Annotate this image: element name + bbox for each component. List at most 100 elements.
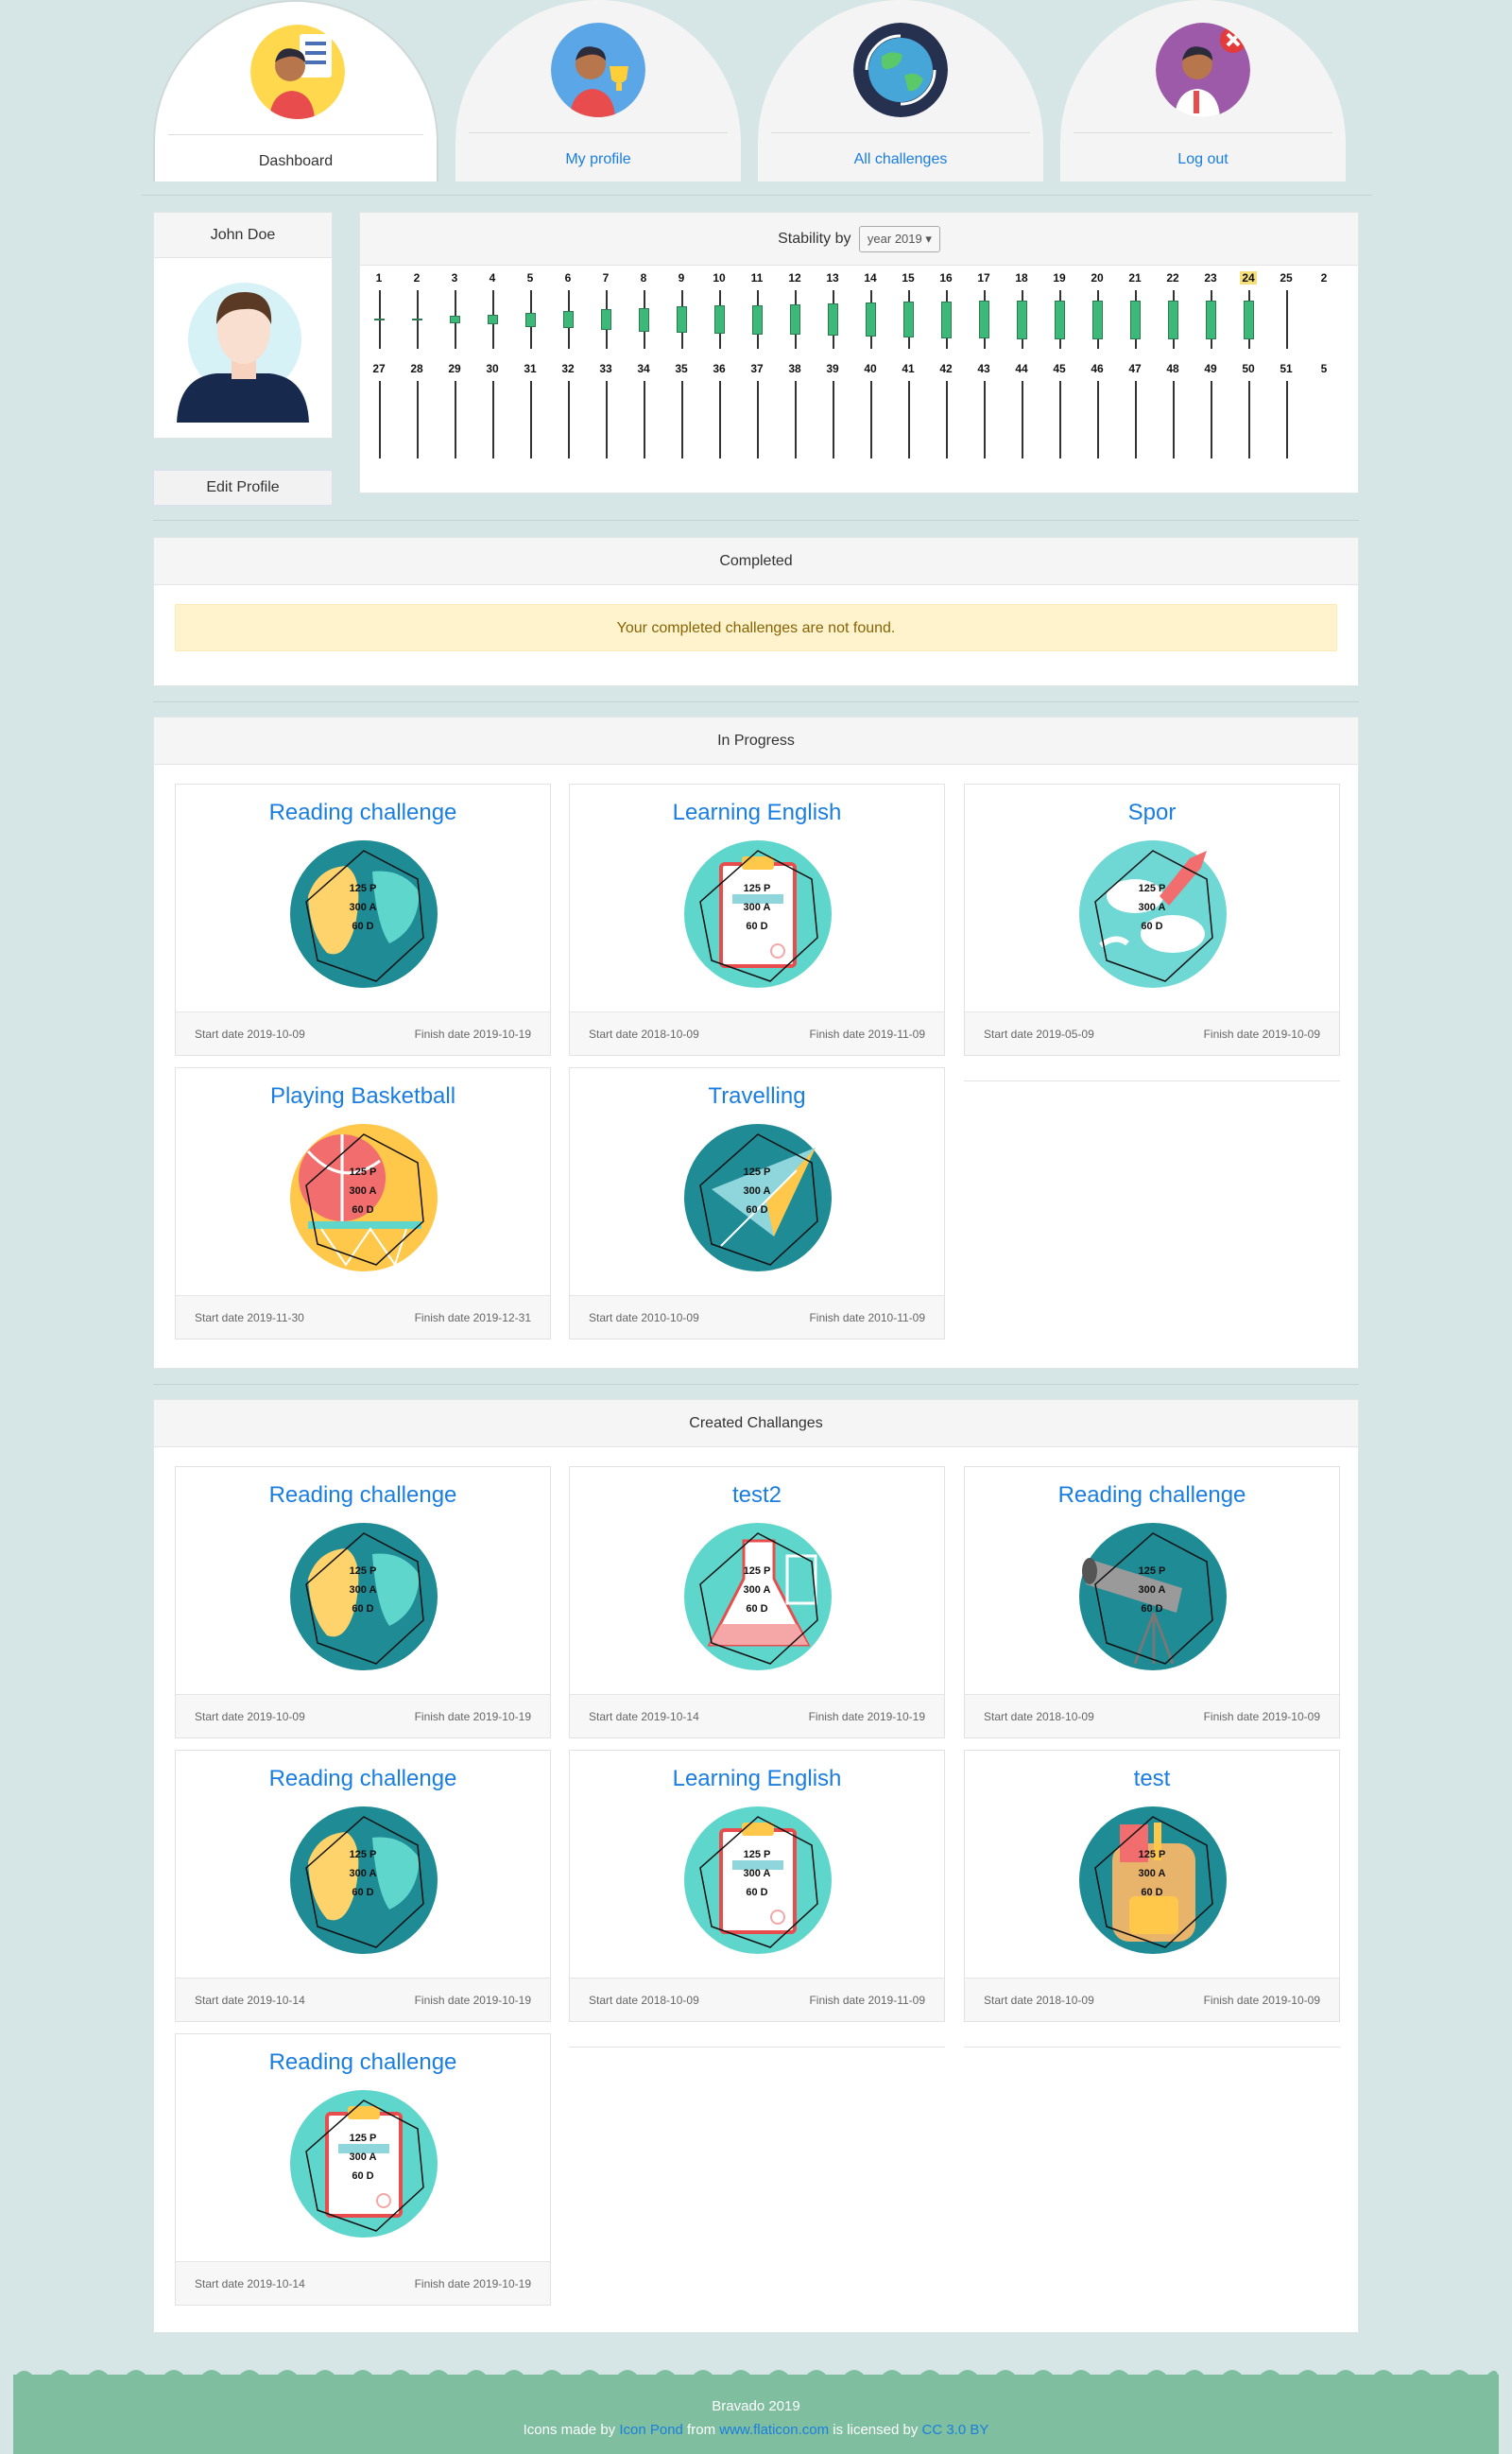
week-candle [1055,300,1065,339]
week-label: 29 [436,362,473,375]
challenge-title[interactable]: Reading challenge [965,1482,1339,1509]
challenge-card[interactable]: Travelling 125 P 300 A 60 D Start date 2… [569,1067,945,1339]
week-label: 5 [511,271,549,285]
profile-card: John Doe [153,212,333,439]
week-number: 35 [675,362,688,375]
week-number: 41 [902,362,915,375]
challenge-title[interactable]: Reading challenge [176,800,550,826]
theater-masks-icon [290,1523,438,1670]
week-number: 5 [1320,362,1328,375]
stability-header: Stability by year 2019 ▾ [360,213,1358,266]
icon-pond-link[interactable]: Icon Pond [619,2422,683,2438]
week-label: 25 [1267,271,1305,285]
created-section: Created Challanges Reading challenge 125… [153,1399,1359,2333]
challenge-days: 60 D [1141,1887,1163,1898]
finish-date: Finish date 2010-11-09 [809,1311,925,1324]
challenge-days: 60 D [746,1204,768,1216]
nav-tab-all-challenges[interactable]: All challenges [758,0,1043,181]
nav-tab-dashboard[interactable]: Dashboard [153,0,438,181]
week-number: 21 [1128,271,1142,285]
challenge-title[interactable]: Learning English [570,800,944,826]
nav-tab-my-profile[interactable]: My profile [455,0,741,181]
challenge-footer: Start date 2018-10-09 Finish date 2019-1… [965,1694,1339,1737]
week-candle [903,302,914,337]
week-number: 2 [1320,271,1328,285]
week-wick [606,381,608,458]
week-candle [374,319,385,320]
finish-date: Finish date 2019-11-09 [809,1994,925,2007]
license-link[interactable]: CC 3.0 BY [922,2422,989,2438]
challenge-title[interactable]: Travelling [570,1083,944,1110]
challenge-footer: Start date 2019-05-09 Finish date 2019-1… [965,1011,1339,1055]
created-title: Created Challanges [154,1400,1358,1447]
challenge-title[interactable]: Learning English [570,1766,944,1792]
challenge-days: 60 D [746,1603,768,1615]
challenge-title[interactable]: Playing Basketball [176,1083,550,1110]
week-candle [866,302,876,337]
completed-title: Completed [154,538,1358,585]
start-date: Start date 2019-05-09 [984,1028,1094,1041]
week-label: 24 [1229,271,1267,285]
challenge-title[interactable]: Reading challenge [176,2049,550,2076]
challenge-days: 60 D [352,1887,374,1898]
challenge-card[interactable]: Reading challenge 125 P 300 A 60 D Start… [175,784,551,1056]
flaticon-link[interactable]: www.flaticon.com [719,2422,829,2438]
week-label: 35 [662,362,700,375]
challenge-card[interactable]: Playing Basketball 125 P 300 A 60 D Star… [175,1067,551,1339]
challenge-card[interactable]: Learning English 125 P 300 A 60 D Start … [569,784,945,1056]
challenge-card[interactable]: Reading challenge 125 P 300 A 60 D Start… [175,1466,551,1738]
nav-tab-log-out[interactable]: Log out [1060,0,1346,181]
week-wick [719,381,721,458]
week-wick [455,381,456,458]
week-label: 9 [662,271,700,285]
footer-text: Icons made by [523,2422,620,2438]
week-label: 46 [1078,362,1116,375]
week-wick [908,381,910,458]
week-label: 45 [1040,362,1078,375]
clipboard-icon [684,1806,832,1954]
stability-card: Stability by year 2019 ▾ 1 2 3 4 5 6 7 8 9 10 11 12… [359,212,1359,493]
week-candle [941,301,952,338]
challenge-card[interactable]: Reading challenge 125 P 300 A 60 D Start… [175,2033,551,2306]
challenge-card[interactable]: Reading challenge 125 P 300 A 60 D Start… [964,1466,1340,1738]
week-label: 27 [360,362,398,375]
challenge-card[interactable]: Reading challenge 125 P 300 A 60 D Start… [175,1750,551,2022]
week-wick [1022,381,1023,458]
week-label: 31 [511,362,549,375]
week-candle [677,306,687,333]
nav-label-log-out: Log out [1177,151,1228,167]
challenge-title[interactable]: test2 [570,1482,944,1509]
week-wick [1059,381,1061,458]
week-number: 3 [451,271,458,285]
week-number: 29 [448,362,461,375]
challenge-title[interactable]: Spor [965,800,1339,826]
start-date: Start date 2018-10-09 [984,1994,1094,2007]
week-candle [752,304,763,335]
week-wick [644,381,645,458]
footer-text: from [682,2422,720,2438]
week-candle [1206,300,1216,339]
challenge-title[interactable]: Reading challenge [176,1766,550,1792]
week-candle [639,307,649,332]
week-wick [379,381,381,458]
challenge-card[interactable]: Learning English 125 P 300 A 60 D Start … [569,1750,945,2022]
week-number: 8 [640,271,647,285]
week-number: 15 [902,271,915,285]
challenge-card[interactable]: test2 125 P 300 A 60 D Start date 2019-1… [569,1466,945,1738]
week-label: 32 [549,362,587,375]
week-number: 10 [713,271,726,285]
week-number: 48 [1166,362,1179,375]
paper-plane-icon [684,1124,832,1271]
challenge-title[interactable]: Reading challenge [176,1482,550,1509]
week-label: 40 [851,362,889,375]
week-number: 40 [864,362,877,375]
challenge-card[interactable]: test 125 P 300 A 60 D Start date 2018-10… [964,1750,1340,2022]
challenge-card[interactable]: Spor 125 P 300 A 60 D Start date 2019-05… [964,784,1340,1056]
year-select[interactable]: year 2019 ▾ [858,225,940,252]
week-label: 5 [1305,362,1343,375]
challenge-title[interactable]: test [965,1766,1339,1792]
challenge-days: 60 D [352,2170,374,2182]
edit-profile-button[interactable]: Edit Profile [153,470,333,506]
footer-copyright: Bravado 2019 [712,2398,800,2414]
finish-date: Finish date 2019-10-19 [414,1994,531,2007]
